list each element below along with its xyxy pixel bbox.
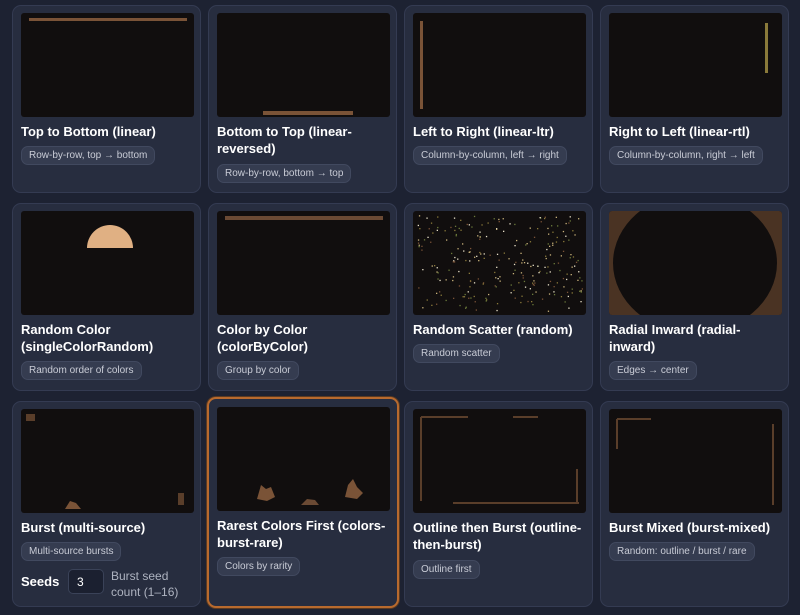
preview-top-to-bottom [21,13,194,117]
card-burst[interactable]: Burst (multi-source) Multi-source bursts… [12,401,201,607]
preview-random-scatter [413,211,586,315]
card-chip: Random scatter [413,344,500,363]
card-title: Bottom to Top (linear-reversed) [217,124,352,156]
card-burst-mixed[interactable]: Burst Mixed (burst-mixed) Random: outlin… [600,401,789,607]
card-random-scatter[interactable]: Random Scatter (random) Random scatter [404,203,593,391]
card-title: Left to Right (linear-ltr) [413,124,554,139]
seeds-input[interactable] [68,569,104,594]
card-chip: Column-by-column, right → left [609,146,763,165]
card-title: Radial Inward (radial-inward) [609,322,741,354]
card-rarest-colors-first[interactable]: Rarest Colors First (colors-burst-rare) … [207,397,399,608]
preview-rarest-colors-first [217,407,390,511]
card-title: Random Scatter (random) [413,322,573,337]
preview-left-to-right [413,13,586,117]
card-title: Top to Bottom (linear) [21,124,156,139]
card-title: Right to Left (linear-rtl) [609,124,750,139]
animation-style-grid: Top to Bottom (linear) Row-by-row, top →… [0,0,800,615]
preview-burst-mixed [609,409,782,513]
card-chip: Multi-source bursts [21,542,122,561]
card-chip: Outline first [413,560,480,579]
seeds-help-text: Burst seed count (1–16) [111,569,179,599]
card-right-to-left[interactable]: Right to Left (linear-rtl) Column-by-col… [600,5,789,193]
card-chip: Row-by-row, bottom → top [217,164,352,183]
preview-outline-then-burst [413,409,586,513]
card-outline-then-burst[interactable]: Outline then Burst (outline-then-burst) … [404,401,593,607]
preview-random-color [21,211,194,315]
card-chip: Colors by rarity [217,557,301,576]
card-chip: Column-by-column, left → right [413,146,567,165]
preview-right-to-left [609,13,782,117]
card-left-to-right[interactable]: Left to Right (linear-ltr) Column-by-col… [404,5,593,193]
seeds-label: Seeds [21,574,60,589]
preview-burst [21,409,194,513]
card-color-by-color[interactable]: Color by Color (colorByColor) Group by c… [208,203,397,391]
card-random-color[interactable]: Random Color (singleColorRandom) Random … [12,203,201,391]
card-bottom-to-top[interactable]: Bottom to Top (linear-reversed) Row-by-r… [208,5,397,193]
card-chip: Edges → center [609,361,697,380]
preview-bottom-to-top [217,13,390,117]
card-title: Burst (multi-source) [21,520,146,535]
card-title: Color by Color (colorByColor) [217,322,308,354]
card-radial-inward[interactable]: Radial Inward (radial-inward) Edges → ce… [600,203,789,391]
card-title: Burst Mixed (burst-mixed) [609,520,771,535]
card-title: Outline then Burst (outline-then-burst) [413,520,582,552]
card-title: Rarest Colors First (colors-burst-rare) [217,518,386,550]
card-chip: Group by color [217,361,299,380]
scatter-svg [417,215,583,312]
preview-color-by-color [217,211,390,315]
preview-radial-inward [609,211,782,315]
card-title: Random Color (singleColorRandom) [21,322,154,354]
card-chip: Random order of colors [21,361,142,380]
card-chip: Row-by-row, top → bottom [21,146,156,165]
card-chip: Random: outline / burst / rare [609,542,755,561]
card-top-to-bottom[interactable]: Top to Bottom (linear) Row-by-row, top →… [12,5,201,193]
